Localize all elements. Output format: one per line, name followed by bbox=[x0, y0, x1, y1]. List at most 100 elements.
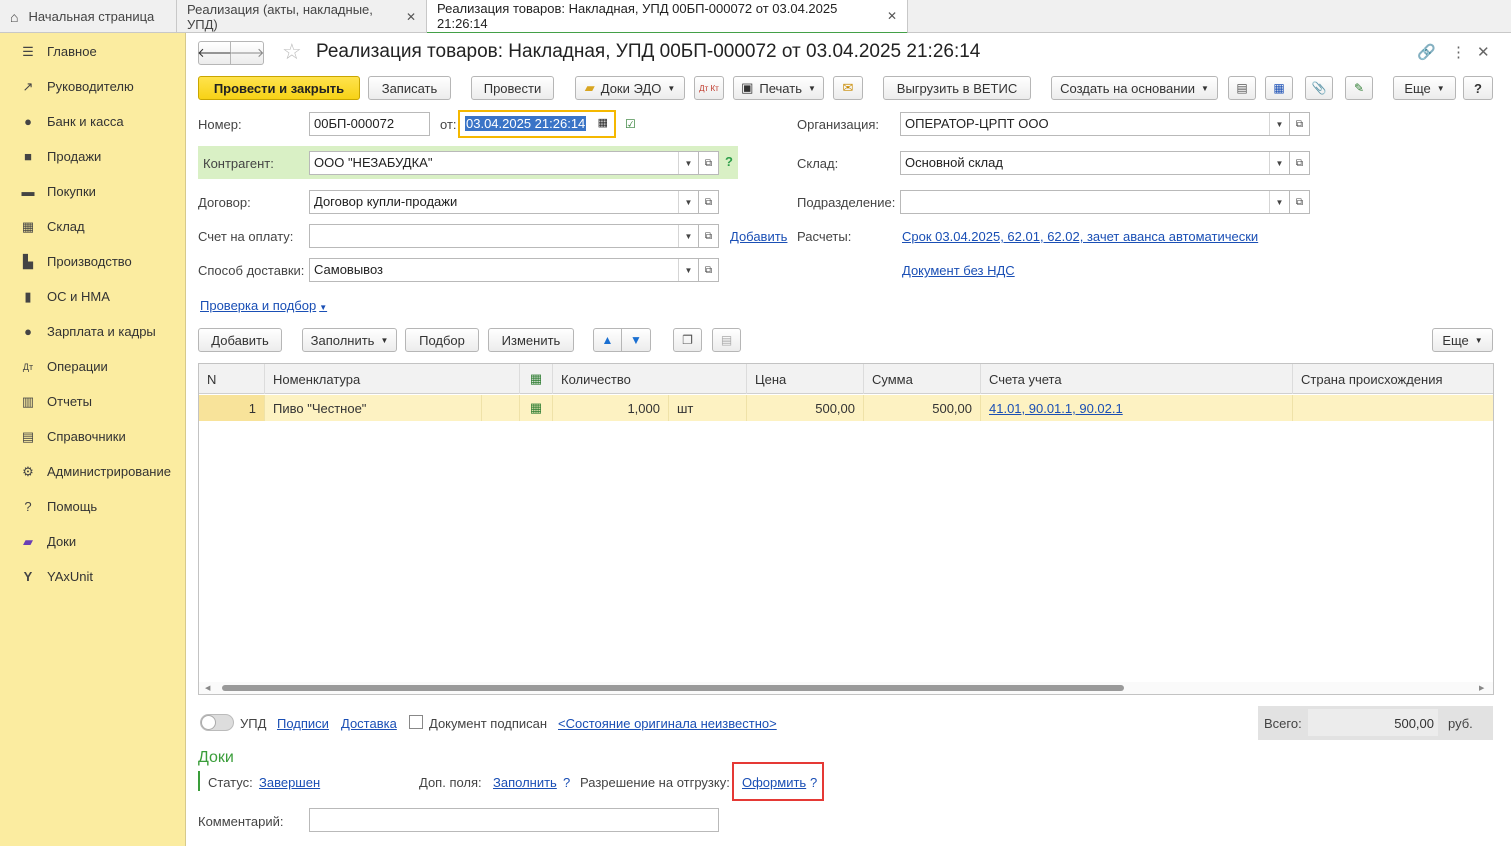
scrollbar-thumb[interactable] bbox=[222, 685, 1124, 691]
row-accounts[interactable]: 41.01, 90.01.1, 90.02.1 bbox=[981, 395, 1293, 421]
move-down-button[interactable]: ▼ bbox=[622, 328, 651, 352]
attach-button[interactable]: 📎 bbox=[1305, 76, 1333, 100]
open-icon[interactable]: ⧉ bbox=[1290, 112, 1310, 136]
edo-docs-button[interactable]: ▰ Доки ЭДО ▼ bbox=[575, 76, 685, 100]
date-field[interactable]: 03.04.2025 21:26:14 ▦ bbox=[458, 110, 616, 138]
star-icon[interactable]: ☆ bbox=[282, 39, 302, 65]
signatures-link[interactable]: Подписи bbox=[277, 716, 329, 731]
paste-button[interactable]: ▤ bbox=[712, 328, 741, 352]
row-unit[interactable]: шт bbox=[669, 395, 747, 421]
open-icon[interactable]: ⧉ bbox=[1290, 190, 1310, 214]
col-marking[interactable]: ▦ bbox=[520, 364, 553, 394]
shipment-help-icon[interactable]: ? bbox=[810, 775, 817, 790]
col-item[interactable]: Номенклатура bbox=[265, 364, 520, 394]
open-icon[interactable]: ⧉ bbox=[699, 224, 719, 248]
sidebar-item-admin[interactable]: ⚙ Администрирование bbox=[0, 454, 186, 489]
open-icon[interactable]: ⧉ bbox=[699, 190, 719, 214]
row-sum[interactable]: 500,00 bbox=[864, 395, 981, 421]
horizontal-scrollbar[interactable]: ◀ ▶ bbox=[199, 682, 1493, 694]
row-qty[interactable]: 1,000 bbox=[553, 395, 669, 421]
organization-field[interactable]: ОПЕРАТОР-ЦРПТ ООО ▼ bbox=[900, 112, 1290, 136]
division-field[interactable]: ▼ bbox=[900, 190, 1290, 214]
chevron-down-icon[interactable]: ▼ bbox=[678, 152, 698, 174]
tab-home[interactable]: ⌂ Начальная страница bbox=[0, 0, 177, 33]
close-icon[interactable]: ✕ bbox=[887, 9, 897, 23]
sidebar-item-directories[interactable]: ▤ Справочники bbox=[0, 419, 186, 454]
row-price[interactable]: 500,00 bbox=[747, 395, 864, 421]
status-link[interactable]: Завершен bbox=[259, 775, 320, 790]
post-and-close-button[interactable]: Провести и закрыть bbox=[198, 76, 360, 100]
open-icon[interactable]: ⧉ bbox=[699, 258, 719, 282]
sidebar-item-purchases[interactable]: ▬ Покупки bbox=[0, 174, 186, 209]
post-button[interactable]: Провести bbox=[471, 76, 554, 100]
row-marking[interactable]: ▦ bbox=[520, 395, 553, 421]
add-row-button[interactable]: Добавить bbox=[198, 328, 282, 352]
col-accounts[interactable]: Счета учета bbox=[981, 364, 1293, 394]
change-button[interactable]: Изменить bbox=[488, 328, 574, 352]
col-qty[interactable]: Количество bbox=[553, 364, 747, 394]
chevron-down-icon[interactable]: ▼ bbox=[678, 225, 698, 247]
list-button[interactable]: ▤ bbox=[1228, 76, 1256, 100]
col-price[interactable]: Цена bbox=[747, 364, 864, 394]
chevron-down-icon[interactable]: ▼ bbox=[678, 259, 698, 281]
sidebar-item-manager[interactable]: ↗ Руководителю bbox=[0, 69, 186, 104]
row-country[interactable] bbox=[1293, 395, 1493, 421]
contract-field[interactable]: Договор купли-продажи ▼ bbox=[309, 190, 699, 214]
structure-button[interactable]: ▦ bbox=[1265, 76, 1293, 100]
kebab-icon[interactable]: ⋮ bbox=[1451, 43, 1466, 61]
sidebar-item-main[interactable]: ☰ Главное bbox=[0, 34, 186, 69]
no-vat-link[interactable]: Документ без НДС bbox=[902, 263, 1015, 278]
move-up-button[interactable]: ▲ bbox=[593, 328, 622, 352]
counterparty-help-icon[interactable]: ? bbox=[725, 154, 733, 169]
calendar-icon[interactable]: ▦ bbox=[598, 116, 608, 129]
create-based-on-button[interactable]: Создать на основании ▼ bbox=[1051, 76, 1218, 100]
sidebar-item-docs[interactable]: ▰ Доки bbox=[0, 524, 186, 559]
sidebar-item-help[interactable]: ? Помощь bbox=[0, 489, 186, 524]
extra-fields-help-icon[interactable]: ? bbox=[563, 775, 570, 790]
delivery-link[interactable]: Доставка bbox=[341, 716, 397, 731]
number-field[interactable]: 00БП-000072 bbox=[309, 112, 430, 136]
sidebar-item-assets[interactable]: ▮ ОС и НМА bbox=[0, 279, 186, 314]
upd-toggle[interactable] bbox=[200, 714, 234, 731]
chevron-down-icon[interactable]: ▼ bbox=[1269, 113, 1289, 135]
signed-checkbox[interactable] bbox=[409, 715, 423, 729]
chevron-down-icon[interactable]: ▼ bbox=[678, 191, 698, 213]
row-item[interactable]: Пиво "Честное" bbox=[265, 395, 482, 421]
dt-kt-button[interactable]: Дт Кт bbox=[694, 76, 724, 100]
edit-sign-button[interactable]: ✎ bbox=[1345, 76, 1373, 100]
back-button[interactable]: 🡐 bbox=[197, 41, 232, 65]
checklist-icon[interactable]: ☑ bbox=[625, 117, 636, 131]
print-button[interactable]: ▣ Печать ▼ bbox=[733, 76, 824, 100]
add-invoice-link[interactable]: Добавить bbox=[730, 229, 787, 244]
tab-sales-list[interactable]: Реализация (акты, накладные, УПД) ✕ bbox=[177, 0, 427, 33]
sidebar-item-production[interactable]: ▙ Производство bbox=[0, 244, 186, 279]
scroll-left-icon[interactable]: ◀ bbox=[205, 684, 210, 692]
scroll-right-icon[interactable]: ▶ bbox=[1479, 684, 1484, 692]
settlements-link[interactable]: Срок 03.04.2025, 62.01, 62.02, зачет ава… bbox=[902, 229, 1258, 244]
original-state-link[interactable]: <Состояние оригинала неизвестно> bbox=[558, 716, 777, 731]
close-icon[interactable]: ✕ bbox=[406, 10, 416, 24]
help-button[interactable]: ? bbox=[1463, 76, 1493, 100]
sidebar-item-salary[interactable]: ● Зарплата и кадры bbox=[0, 314, 186, 349]
shipment-permit-link[interactable]: Оформить bbox=[742, 775, 806, 790]
sidebar-item-operations[interactable]: Дт Операции bbox=[0, 349, 186, 384]
save-button[interactable]: Записать bbox=[368, 76, 451, 100]
delivery-field[interactable]: Самовывоз ▼ bbox=[309, 258, 699, 282]
comment-field[interactable] bbox=[309, 808, 719, 832]
sidebar-item-sales[interactable]: ■ Продажи bbox=[0, 139, 186, 174]
counterparty-field[interactable]: ООО "НЕЗАБУДКА" ▼ bbox=[309, 151, 699, 175]
extra-fields-fill-link[interactable]: Заполнить bbox=[493, 775, 557, 790]
row-characteristic[interactable] bbox=[482, 395, 520, 421]
sidebar-item-bank[interactable]: ● Банк и касса bbox=[0, 104, 186, 139]
check-and-select-link[interactable]: Проверка и подбор ▼ bbox=[200, 298, 327, 313]
table-row[interactable]: 1 Пиво "Честное" ▦ 1,000 шт 500,00 500,0… bbox=[199, 395, 1493, 421]
link-icon[interactable]: 🔗 bbox=[1417, 43, 1436, 61]
warehouse-field[interactable]: Основной склад ▼ bbox=[900, 151, 1290, 175]
sidebar-item-reports[interactable]: ▥ Отчеты bbox=[0, 384, 186, 419]
open-icon[interactable]: ⧉ bbox=[699, 151, 719, 175]
select-button[interactable]: Подбор bbox=[405, 328, 479, 352]
invoice-field[interactable]: ▼ bbox=[309, 224, 699, 248]
accounts-link[interactable]: 41.01, 90.01.1, 90.02.1 bbox=[989, 401, 1123, 416]
tab-sales-doc[interactable]: Реализация товаров: Накладная, УПД 00БП-… bbox=[427, 0, 908, 34]
email-button[interactable]: ✉ bbox=[833, 76, 863, 100]
